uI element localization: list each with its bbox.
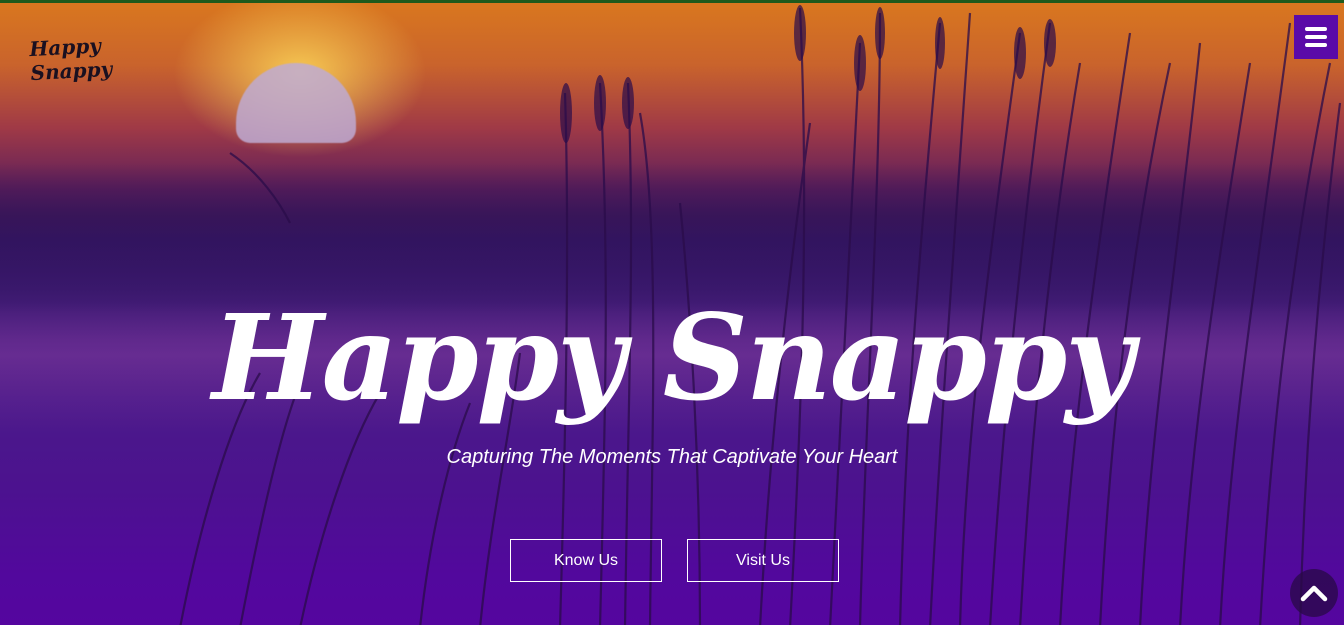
brand-logo[interactable]: Happy Snappy: [29, 33, 113, 86]
menu-button[interactable]: [1294, 15, 1338, 59]
hamburger-menu-icon: [1305, 27, 1327, 47]
hero-section: Happy Snappy Happy Snappy Capturing The …: [0, 0, 1344, 625]
know-us-button[interactable]: Know Us: [510, 539, 662, 582]
chevron-up-icon: [1300, 585, 1328, 602]
visit-us-button[interactable]: Visit Us: [687, 539, 839, 582]
logo-line-2: Snappy: [30, 56, 113, 86]
scroll-to-top-button[interactable]: [1290, 569, 1338, 617]
hero-tagline: Capturing The Moments That Captivate You…: [446, 446, 898, 468]
hero-title: Happy Snappy: [212, 288, 1134, 427]
